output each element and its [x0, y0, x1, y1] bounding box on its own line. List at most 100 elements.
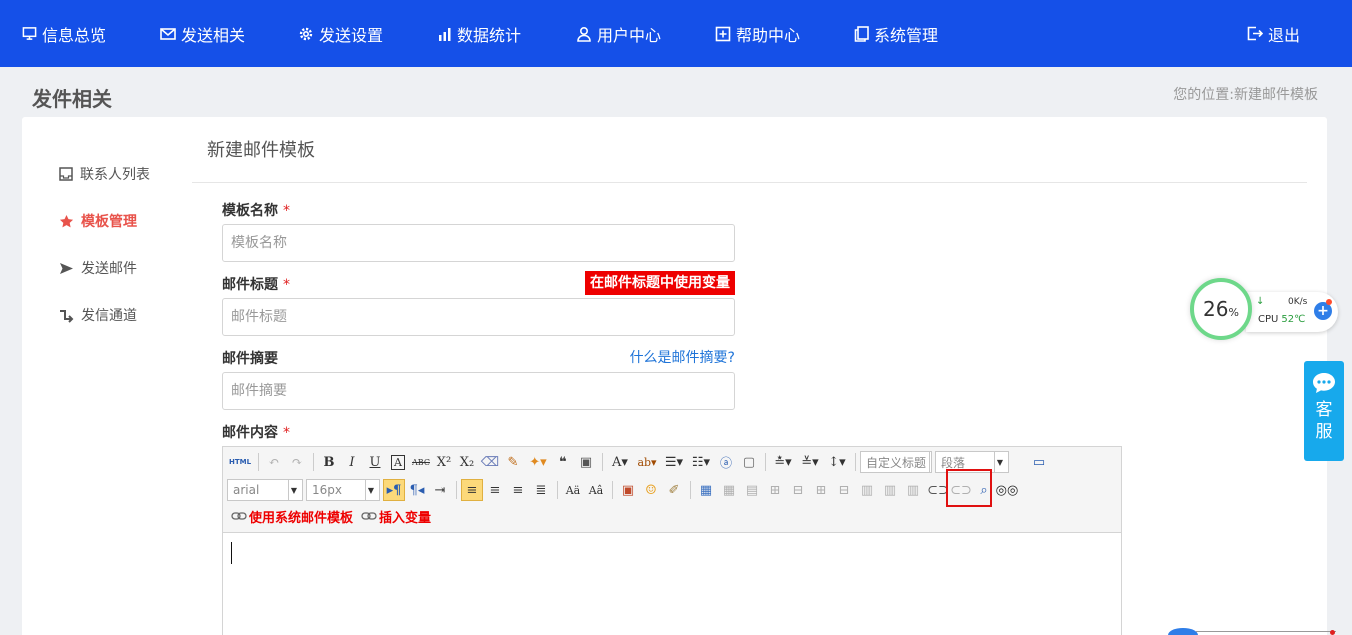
line-height-icon[interactable]: ↕▾: [824, 451, 850, 473]
row-spacing-top-icon[interactable]: ≛▾: [770, 451, 796, 473]
underline-icon[interactable]: U: [364, 451, 386, 473]
insert-variable-button[interactable]: 插入变量: [361, 507, 431, 526]
image-icon[interactable]: ▣: [617, 479, 639, 501]
delete-col-icon[interactable]: ⊟: [833, 479, 855, 501]
insert-caption-icon[interactable]: ▤: [741, 479, 763, 501]
eraser-icon[interactable]: ⌫: [479, 451, 501, 473]
sidebar-item-label: 发送邮件: [81, 261, 137, 277]
merge-down-icon[interactable]: ▥: [902, 479, 924, 501]
cpu-monitor-widget[interactable]: ↓ 0K/s CPU 52℃ + 26%: [1190, 278, 1340, 344]
delete-row-icon[interactable]: ⊟: [787, 479, 809, 501]
monitor-icon: [22, 27, 37, 40]
subject-label: 邮件标题 *: [222, 274, 290, 294]
summary-input[interactable]: [222, 372, 735, 410]
merge-right-icon[interactable]: ▥: [879, 479, 901, 501]
nav-item-user-center[interactable]: 用户中心: [576, 0, 661, 67]
binoculars-icon[interactable]: ◎◎: [996, 479, 1019, 501]
sidebar-item-contacts[interactable]: 联系人列表: [59, 164, 150, 184]
nav-item-overview[interactable]: 信息总览: [22, 0, 106, 67]
summary-help-link[interactable]: 什么是邮件摘要?: [630, 347, 735, 367]
corner-dot: [1330, 630, 1335, 635]
superscript-icon[interactable]: X²: [433, 451, 455, 473]
font-color-icon[interactable]: A▾: [607, 451, 633, 473]
sidebar-item-label: 模板管理: [81, 214, 137, 230]
delete-table-icon[interactable]: ▦: [718, 479, 740, 501]
align-right-icon[interactable]: ≡: [507, 479, 529, 501]
insert-var-label: 插入变量: [379, 510, 432, 526]
align-justify-icon[interactable]: ≣: [530, 479, 552, 501]
cpu-label-row: CPU 52℃: [1258, 314, 1305, 325]
logout-icon: [1247, 26, 1263, 41]
back-color-icon[interactable]: ab▾: [634, 451, 660, 473]
separator: [557, 481, 558, 499]
copy-icon: [854, 25, 869, 42]
nav-item-sending[interactable]: 发送相关: [160, 0, 245, 67]
autotypeset-icon[interactable]: ✦▾: [525, 451, 551, 473]
use-system-template-button[interactable]: 使用系统邮件模板: [231, 507, 353, 526]
separator: [612, 481, 613, 499]
main-panel: 联系人列表 模板管理 发送邮件 发信通道 新建邮件模板 模板名称* 邮件标题* …: [22, 117, 1327, 635]
rtl-direction-icon[interactable]: ¶◂: [406, 479, 428, 501]
gear-icon: [299, 27, 313, 40]
paste-plain-icon[interactable]: ▣: [575, 451, 597, 473]
row-spacing-bottom-icon[interactable]: ≚▾: [797, 451, 823, 473]
corner-indicator: [1168, 628, 1198, 635]
route-icon: [60, 309, 74, 323]
redo-icon[interactable]: ↷: [286, 451, 308, 473]
subject-variable-button[interactable]: 在邮件标题中使用变量: [585, 271, 735, 295]
font-border-icon[interactable]: A: [387, 451, 409, 473]
arrow-down-icon: ↓: [1256, 296, 1265, 307]
page-header: 发件相关 您的位置:新建邮件模板: [0, 67, 1352, 117]
insert-col-icon[interactable]: ⊞: [810, 479, 832, 501]
nav-label: 发送设置: [319, 25, 384, 45]
subject-input[interactable]: [222, 298, 735, 336]
label-text: 模板名称: [222, 203, 278, 219]
clear-doc-icon[interactable]: ▢: [738, 451, 760, 473]
lowercase-icon[interactable]: Aâ: [585, 479, 607, 501]
toolbar-row-3: 使用系统邮件模板 插入变量: [231, 503, 439, 529]
nav-item-send-settings[interactable]: 发送设置: [298, 0, 383, 67]
subscript-icon[interactable]: X₂: [456, 451, 478, 473]
align-left-icon[interactable]: ≡: [461, 479, 483, 501]
align-center-icon[interactable]: ≡: [484, 479, 506, 501]
custom-title-select[interactable]: 自定义标题▼: [860, 451, 932, 473]
nav-item-statistics[interactable]: 数据统计: [438, 0, 521, 67]
italic-icon[interactable]: I: [341, 451, 363, 473]
separator: [258, 453, 259, 471]
uppercase-icon[interactable]: Aä: [562, 479, 584, 501]
sidebar-item-send-mail[interactable]: 发送邮件: [59, 258, 137, 278]
use-template-label: 使用系统邮件模板: [249, 510, 354, 526]
nav-item-system[interactable]: 系统管理: [854, 0, 938, 67]
blockquote-icon[interactable]: ❝: [552, 451, 574, 473]
unordered-list-icon[interactable]: ☷▾: [688, 451, 714, 473]
required-mark: *: [283, 425, 290, 441]
link-icon: [231, 512, 247, 520]
nav-item-help-center[interactable]: 帮助中心: [715, 0, 800, 67]
font-family-select[interactable]: arial ▼: [227, 479, 303, 501]
font-size-select[interactable]: 16px ▼: [306, 479, 380, 501]
merge-cells-icon[interactable]: ▥: [856, 479, 878, 501]
template-name-input[interactable]: [222, 224, 735, 262]
inbox-icon: [59, 167, 73, 181]
undo-icon[interactable]: ↶: [263, 451, 285, 473]
separator: [313, 453, 314, 471]
customer-service-button[interactable]: 客服: [1304, 361, 1344, 461]
format-brush-icon[interactable]: ✎: [502, 451, 524, 473]
ordered-list-icon[interactable]: ☰▾: [661, 451, 687, 473]
logout-button[interactable]: 退出: [1247, 0, 1300, 67]
ltr-direction-icon[interactable]: ▸¶: [383, 479, 405, 501]
sidebar-item-templates[interactable]: 模板管理: [59, 211, 137, 231]
sidebar-item-channels[interactable]: 发信通道: [59, 305, 137, 325]
indent-icon[interactable]: ⇥: [429, 479, 451, 501]
select-all-icon[interactable]: ⓐ: [715, 451, 737, 473]
bold-icon[interactable]: B: [318, 451, 340, 473]
preview-icon[interactable]: ▭: [1028, 451, 1050, 473]
help-icon: [715, 26, 731, 41]
html-source-button[interactable]: HTML: [227, 451, 253, 473]
insert-row-icon[interactable]: ⊞: [764, 479, 786, 501]
insert-table-icon[interactable]: ▦: [695, 479, 717, 501]
strikethrough-icon[interactable]: ABC: [410, 451, 432, 473]
chevron-down-icon: ▼: [287, 480, 297, 500]
scrawl-icon[interactable]: ✐: [663, 479, 685, 501]
emotion-icon[interactable]: ☺: [640, 479, 662, 501]
